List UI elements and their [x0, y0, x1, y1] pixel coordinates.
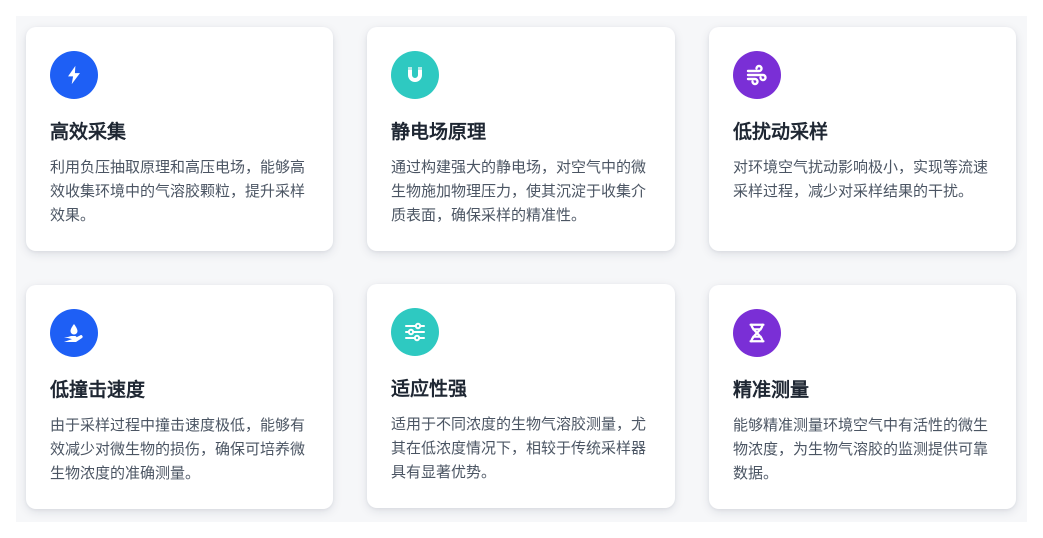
feature-card-efficient-collection: 高效采集 利用负压抽取原理和高压电场，能够高效收集环境中的气溶胶颗粒，提升采样效… — [26, 27, 333, 251]
feature-description: 利用负压抽取原理和高压电场，能够高效收集环境中的气溶胶颗粒，提升采样效果。 — [50, 158, 306, 224]
wind-icon — [746, 64, 767, 86]
dna-icon — [749, 323, 765, 343]
feature-title: 静电场原理 — [391, 121, 487, 143]
hand-droplet-icon — [64, 324, 83, 342]
lightning-icon — [68, 65, 80, 85]
feature-title: 低扰动采样 — [733, 121, 829, 143]
feature-title: 适应性强 — [391, 378, 468, 400]
sliders-icon — [405, 322, 425, 342]
feature-description: 通过构建强大的静电场，对空气中的微生物施加物理压力，使其沉淀于收集介质表面，确保… — [391, 158, 647, 224]
feature-title: 低撞击速度 — [50, 379, 146, 401]
feature-title: 高效采集 — [50, 121, 127, 143]
feature-card-low-disturbance: 低扰动采样 对环境空气扰动影响极小，实现等流速采样过程，减少对采样结果的干扰。 — [709, 27, 1016, 251]
feature-title: 精准测量 — [733, 379, 810, 401]
feature-description: 能够精准测量环境空气中有活性的微生物浓度，为生物气溶胶的监测提供可靠数据。 — [733, 416, 989, 482]
feature-card-low-impact-speed: 低撞击速度 由于采样过程中撞击速度极低，能够有效减少对微生物的损伤，确保可培养微… — [26, 285, 333, 509]
feature-card-adaptability: 适应性强 适用于不同浓度的生物气溶胶测量，尤其在低浓度情况下，相较于传统采样器具… — [367, 284, 675, 508]
feature-icon-circle — [50, 309, 98, 357]
feature-icon-circle — [733, 51, 781, 99]
feature-icon-circle — [391, 308, 439, 356]
feature-card-electrostatic-principle: 静电场原理 通过构建强大的静电场，对空气中的微生物施加物理压力，使其沉淀于收集介… — [367, 27, 675, 251]
feature-icon-circle — [391, 51, 439, 99]
feature-grid: 高效采集 利用负压抽取原理和高压电场，能够高效收集环境中的气溶胶颗粒，提升采样效… — [16, 16, 1027, 522]
magnet-icon — [408, 67, 422, 82]
feature-description: 适用于不同浓度的生物气溶胶测量，尤其在低浓度情况下，相较于传统采样器具有显著优势… — [391, 415, 647, 481]
feature-description: 由于采样过程中撞击速度极低，能够有效减少对微生物的损伤，确保可培养微生物浓度的准… — [50, 416, 306, 482]
feature-icon-circle — [733, 309, 781, 357]
feature-icon-circle — [50, 51, 98, 99]
feature-description: 对环境空气扰动影响极小，实现等流速采样过程，减少对采样结果的干扰。 — [733, 158, 989, 200]
feature-card-precise-measurement: 精准测量 能够精准测量环境空气中有活性的微生物浓度，为生物气溶胶的监测提供可靠数… — [709, 285, 1016, 509]
